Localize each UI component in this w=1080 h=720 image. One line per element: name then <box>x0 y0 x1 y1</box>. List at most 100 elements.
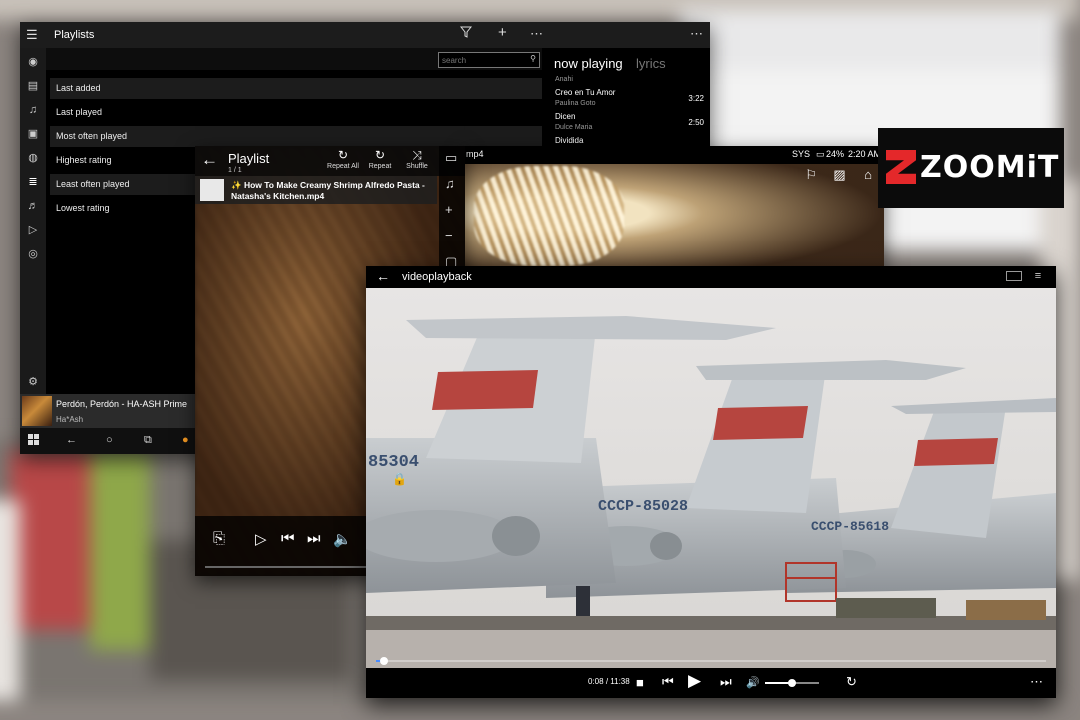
firefox-icon[interactable]: ● <box>182 434 189 446</box>
filter-icon[interactable] <box>459 26 473 41</box>
volume-icon[interactable]: 🔊 <box>746 676 760 689</box>
video-toolbar: ⚐ ▨ ⌂ <box>799 166 880 184</box>
menu-icon[interactable]: ≡ <box>1030 271 1046 282</box>
playlists-icon[interactable]: ≣ <box>27 176 39 188</box>
battery-level: 24% <box>826 149 845 159</box>
video-thumbnail <box>200 179 224 201</box>
back-arrow-icon[interactable]: ← <box>376 268 390 284</box>
back-arrow-icon[interactable]: ← <box>66 434 77 446</box>
previous-icon[interactable]: ⏮ <box>281 530 295 547</box>
more-options-icon[interactable]: ⋯ <box>1030 674 1043 690</box>
play-icon[interactable]: ▷ <box>255 530 267 548</box>
seek-handle[interactable] <box>380 657 389 665</box>
shuffle-icon: ⤨ <box>412 148 422 162</box>
zoomit-logo-banner: ZOOMiT <box>878 128 1064 208</box>
aircraft-code-3: CCCP-85618 <box>811 519 889 534</box>
cortana-icon[interactable]: ○ <box>106 434 113 446</box>
next-icon[interactable]: ⏭ <box>720 674 732 690</box>
service-truck <box>836 598 936 618</box>
radio-icon[interactable]: ◎ <box>27 248 39 260</box>
time-separator: / <box>605 677 609 686</box>
back-arrow-icon[interactable]: ← <box>201 150 218 170</box>
lock-icon[interactable]: 🔒 <box>392 472 407 486</box>
queue-duration: 2:50 <box>688 118 704 127</box>
playlist-entry[interactable]: ✨ How To Make Creamy Shrimp Alfredo Past… <box>195 176 437 204</box>
remove-icon[interactable]: − <box>445 228 453 243</box>
search-icon[interactable]: ⚲ <box>530 54 536 63</box>
globe-icon[interactable]: ◍ <box>27 152 39 164</box>
bookmark-icon[interactable]: ▤ <box>27 80 39 92</box>
playlist-title: Playlist <box>228 151 270 166</box>
window-more-icon[interactable]: ⋯ <box>690 26 703 42</box>
repeat-icon[interactable]: ↻ <box>846 674 857 690</box>
volume-slider[interactable] <box>765 679 819 687</box>
volume-icon[interactable]: 🔈 <box>333 530 352 548</box>
artists-icon[interactable]: ♫ <box>27 104 39 116</box>
playlist-item[interactable]: Most often played <box>50 126 542 147</box>
queue-artist: Paulina Goto <box>555 100 596 107</box>
playlist-item[interactable]: Last played <box>50 102 542 123</box>
queue-song[interactable]: Dicen <box>555 112 575 121</box>
browser-toolbar-blurred <box>680 10 1060 70</box>
tab-lyrics[interactable]: lyrics <box>636 56 666 71</box>
zoomit-brand: ZOOMiT <box>920 150 1060 185</box>
playlist-item[interactable]: Last added <box>50 78 542 99</box>
video-frame: 85304 CCCP-85028 CCCP-85618 <box>366 288 1056 668</box>
tab-now-playing[interactable]: now playing <box>554 56 623 71</box>
aircraft-code-1: 85304 <box>368 453 419 472</box>
queue-artist: Dulce Maria <box>555 124 593 131</box>
navigation-rail: ◉ ▤ ♫ ▣ ◍ ≣ ♬ ▷ ◎ ⚙ <box>20 48 46 428</box>
settings-icon[interactable]: ⚙ <box>27 376 39 388</box>
search-box: ⚲ <box>438 52 540 68</box>
now-playing-icon[interactable]: ◉ <box>27 56 39 68</box>
person <box>576 586 590 616</box>
food-video-window: mp4 SYS ▭ 24% 2:20 AM ⚐ ▨ ⌂ <box>464 146 884 268</box>
playlist-entry-title: ✨ How To Make Creamy Shrimp Alfredo Past… <box>231 180 425 201</box>
file-icon[interactable]: ⎘ <box>213 530 225 547</box>
home-icon[interactable]: ⌂ <box>856 167 880 182</box>
mini-player-artist: Ha*Ash <box>56 415 84 424</box>
zoomit-logo-icon <box>886 150 916 184</box>
window-title: videoplayback <box>402 271 472 283</box>
previous-icon[interactable]: ⏮ <box>662 674 674 690</box>
stop-icon[interactable]: ■ <box>636 675 644 690</box>
seek-bar[interactable] <box>376 657 1046 665</box>
status-bar: mp4 SYS ▭ 24% 2:20 AM <box>464 146 884 164</box>
time-display: 0:08 / 11:38 <box>588 677 630 686</box>
queue-song[interactable]: Dividida <box>555 136 583 145</box>
service-truck <box>966 600 1046 620</box>
title-bar: ← videoplayback ≡ <box>366 266 1056 288</box>
search-input[interactable] <box>442 54 522 66</box>
windows-start-icon[interactable] <box>28 434 39 448</box>
more-options-icon[interactable]: ⋯ <box>530 26 543 42</box>
play-icon[interactable]: ▷ <box>27 224 39 236</box>
hamburger-menu-icon[interactable]: ☰ <box>26 27 38 43</box>
albums-icon[interactable]: ▣ <box>27 128 39 140</box>
picture-in-picture-icon[interactable] <box>1006 271 1022 281</box>
playlist-header: ← Playlist 1 / 1 ↻ Repeat All ↻ Repeat ⤨… <box>195 146 465 176</box>
queue-song[interactable]: Creo en Tu Amor <box>555 88 615 97</box>
shuffle-label: Shuffle <box>406 163 428 170</box>
shuffle-button[interactable]: ⤨ Shuffle <box>395 148 439 171</box>
music-note-icon[interactable]: ♫ <box>445 176 455 191</box>
aircraft-code-2: CCCP-85028 <box>598 498 688 515</box>
add-icon[interactable]: + <box>498 24 507 41</box>
clock: 2:20 AM <box>848 149 882 159</box>
videoplayback-window: ← videoplayback ≡ 85304 CCCP-85028 CCCP-… <box>366 266 1056 698</box>
video-frame-detail <box>474 166 624 266</box>
playback-controls: 0:08 / 11:38 ■ ⏮ ▶ ⏭ 🔊 ↻ ⋯ <box>366 668 1056 698</box>
play-icon[interactable]: ▶ <box>688 671 701 691</box>
screen-icon[interactable]: ▭ <box>445 150 457 166</box>
mini-player-title: Perdón, Perdón - HA-ASH Prime <box>56 399 188 409</box>
title-bar: ☰ Playlists + ⋯ ⋯ <box>20 22 710 48</box>
task-view-icon[interactable]: ⧉ <box>144 434 152 447</box>
genres-icon[interactable]: ♬ <box>27 200 39 212</box>
volume-handle[interactable] <box>788 679 796 687</box>
next-icon[interactable]: ⏭ <box>307 530 321 547</box>
cast-icon[interactable]: ⚐ <box>799 167 823 183</box>
picture-icon[interactable]: ▨ <box>828 167 852 183</box>
status-sys: SYS <box>792 149 811 159</box>
tab-fragment: mp4 <box>466 149 484 159</box>
add-icon[interactable]: + <box>445 202 453 217</box>
battery-icon: ▭ <box>816 149 825 159</box>
